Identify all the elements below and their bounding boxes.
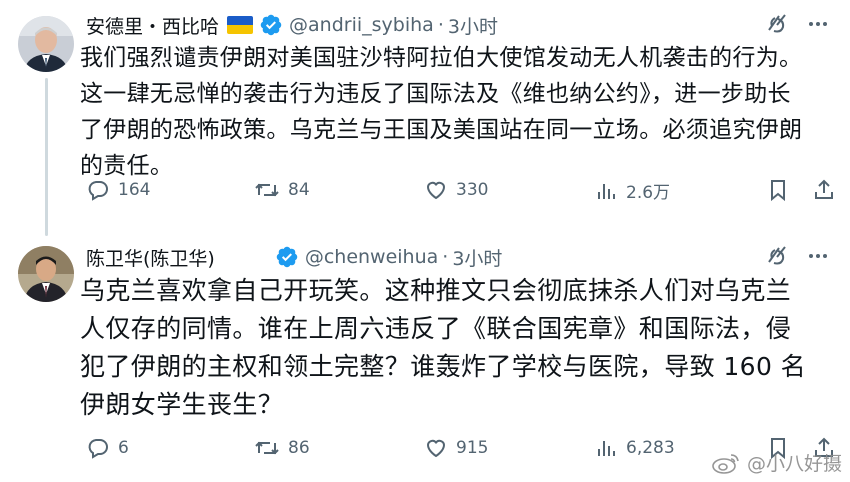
tweet-text: 乌克兰喜欢拿自己开玩笑。这种推文只会彻底抹杀人们对乌克兰人仅存的同情。谁在上周六…	[80, 276, 807, 419]
timestamp[interactable]: 3小时	[452, 244, 502, 271]
like-button[interactable]: 915	[424, 436, 488, 460]
watermark: @小八好摄	[711, 449, 842, 476]
retweet-button[interactable]: 84	[254, 178, 310, 202]
action-bar: 164 84 330 2.6万	[86, 178, 836, 208]
views-count: 2.6万	[626, 183, 671, 203]
avatar[interactable]	[18, 246, 74, 302]
display-name[interactable]: 安德里・西比哈	[86, 12, 219, 39]
verified-badge-icon	[259, 13, 283, 37]
bookmark-button[interactable]	[766, 178, 798, 202]
like-button[interactable]: 330	[424, 178, 488, 202]
verified-badge-icon	[275, 245, 299, 269]
like-icon	[426, 181, 446, 200]
like-count: 330	[456, 180, 489, 200]
views-count: 6,283	[626, 438, 675, 458]
avatar[interactable]	[18, 16, 74, 72]
watermark-text: @小八好摄	[746, 453, 842, 475]
reply-button[interactable]: 6	[86, 436, 129, 460]
grok-icon[interactable]	[764, 12, 788, 36]
reply-icon	[88, 181, 108, 201]
more-icon[interactable]	[806, 12, 830, 36]
bookmark-icon	[771, 180, 785, 202]
views-button[interactable]: 2.6万	[594, 178, 670, 203]
retweet-icon	[255, 183, 279, 197]
retweet-count: 86	[288, 438, 310, 458]
display-name[interactable]: 陈卫华(陈卫华)	[86, 244, 215, 271]
tweet[interactable]: 安德里・西比哈 @andrii_sybiha · 3小时 我们强烈谴责伊朗对美国…	[0, 0, 850, 236]
handle[interactable]: @chenweihua	[305, 246, 438, 268]
views-button[interactable]: 6,283	[594, 436, 675, 460]
grok-icon[interactable]	[764, 244, 788, 268]
retweet-button[interactable]: 86	[254, 436, 310, 460]
reply-count: 6	[118, 438, 129, 458]
like-icon	[426, 439, 446, 458]
reply-icon	[88, 439, 108, 459]
share-button[interactable]	[812, 178, 844, 202]
retweet-icon	[255, 441, 279, 455]
tweet-header: 陈卫华(陈卫华) @chenweihua · 3小时	[86, 242, 830, 272]
like-count: 915	[456, 438, 489, 458]
separator-dot: ·	[442, 246, 449, 268]
retweet-count: 84	[288, 180, 310, 200]
handle[interactable]: @andrii_sybiha	[289, 14, 434, 36]
tweet[interactable]: 陈卫华(陈卫华) @chenweihua · 3小时 乌克兰喜欢拿自己开玩笑。这…	[0, 236, 850, 482]
tweet-header: 安德里・西比哈 @andrii_sybiha · 3小时	[86, 10, 830, 40]
reply-count: 164	[118, 180, 151, 200]
separator-dot: ·	[437, 14, 444, 36]
weibo-icon	[712, 453, 739, 474]
reply-button[interactable]: 164	[86, 178, 150, 202]
tweet-text: 我们强烈谴责伊朗对美国驻沙特阿拉伯大使馆发动无人机袭击的行为。这一肆无忌惮的袭击…	[80, 45, 803, 179]
more-icon[interactable]	[806, 244, 830, 268]
views-icon	[598, 183, 615, 199]
ukraine-flag-icon	[227, 16, 254, 34]
views-icon	[598, 441, 615, 456]
timestamp[interactable]: 3小时	[448, 12, 498, 39]
thread-line	[45, 78, 48, 236]
share-icon	[815, 179, 833, 199]
